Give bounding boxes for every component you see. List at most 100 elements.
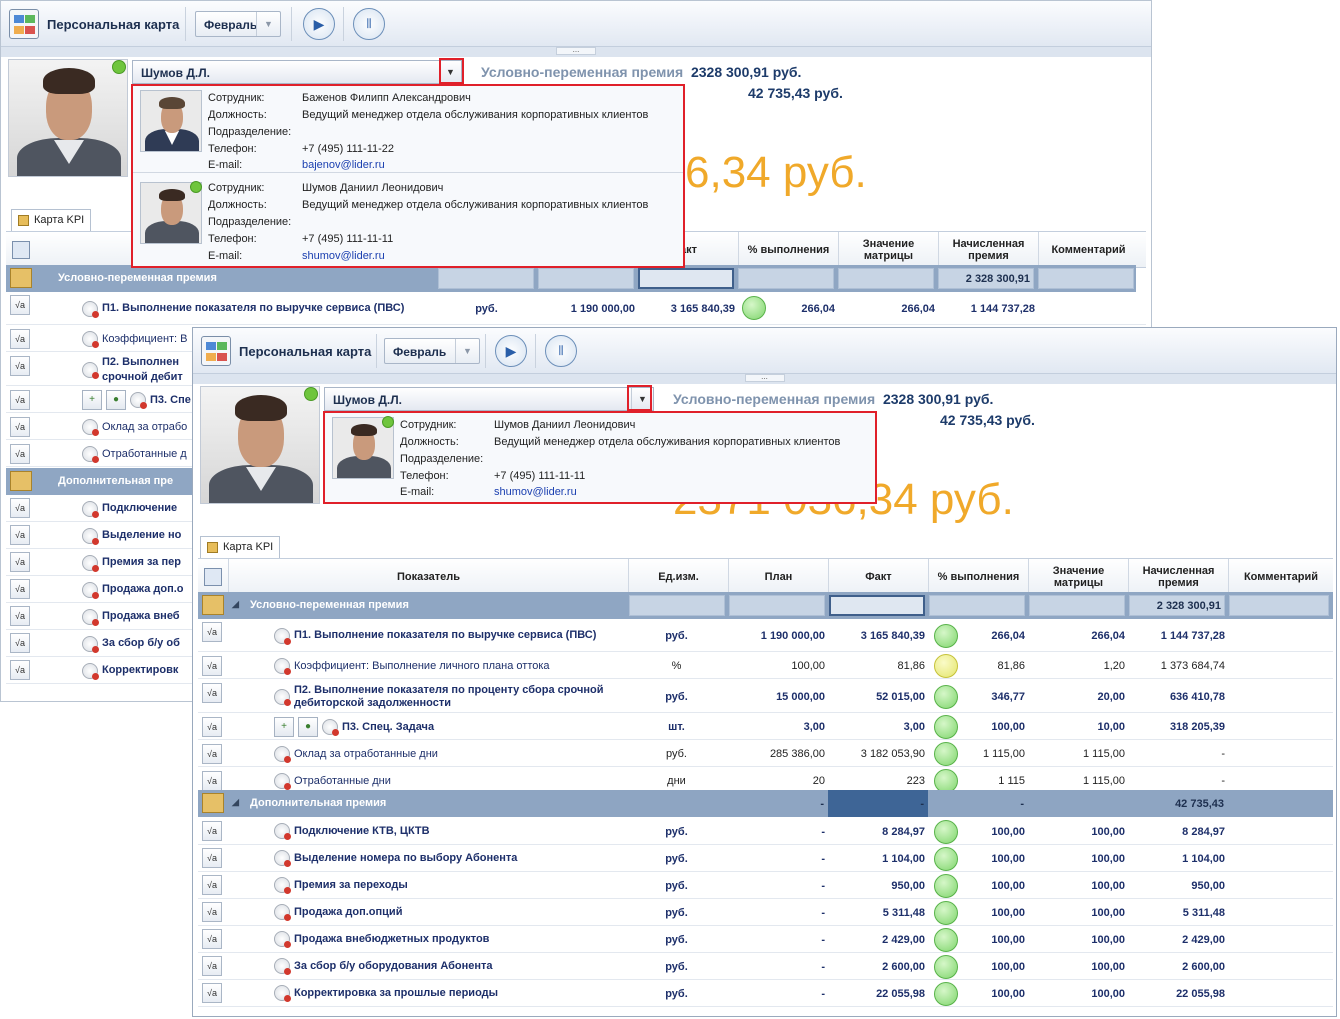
col-unit[interactable]: Ед.изм.: [628, 559, 728, 595]
group-fact: -: [920, 797, 924, 810]
group-name: Условно-переменная премия: [250, 599, 409, 611]
indicator-icon: [82, 300, 99, 318]
formula-icon[interactable]: √a: [202, 929, 222, 949]
group-name: Дополнительная премия: [250, 797, 387, 809]
table-row[interactable]: √a + ● П3. Спец. Задача шт. 3,00 3,00 100,00 10,…: [198, 714, 1333, 740]
col-bonus[interactable]: Начисленная премия: [1128, 559, 1228, 595]
label-department: Подразделение:: [208, 216, 292, 228]
col-comment[interactable]: Комментарий: [1038, 232, 1138, 268]
collapse-arrow-icon[interactable]: ◢: [232, 797, 239, 808]
employee-option[interactable]: Сотрудник: Баженов Филипп Александрович …: [133, 86, 683, 173]
cell-name: Выделение номера по выбору Абонента: [294, 852, 518, 864]
email-link[interactable]: shumov@lider.ru: [494, 486, 577, 498]
label-email: E-mail:: [400, 486, 435, 498]
edit-task-icon[interactable]: ●: [106, 390, 126, 410]
col-fact[interactable]: Факт: [828, 559, 928, 595]
group-row[interactable]: Условно-переменная премия 2 328 300,91: [6, 265, 1136, 292]
email-link[interactable]: bajenov@lider.ru: [302, 159, 385, 171]
table-row[interactable]: √a Выделение номера по выбору Абонента руб…: [198, 845, 1333, 872]
value-employee: Баженов Филипп Александрович: [302, 92, 471, 104]
formula-icon[interactable]: √a: [10, 444, 30, 464]
chevron-down-icon[interactable]: ▼: [256, 12, 280, 36]
formula-icon[interactable]: √a: [202, 902, 222, 922]
formula-icon[interactable]: √a: [10, 417, 30, 437]
collapse-arrow-icon[interactable]: ◢: [232, 599, 239, 610]
formula-icon[interactable]: √a: [10, 498, 30, 518]
splitter[interactable]: ...: [1, 46, 1151, 57]
formula-icon[interactable]: √a: [10, 633, 30, 653]
formula-icon[interactable]: √a: [202, 821, 222, 841]
label-department: Подразделение:: [208, 126, 292, 138]
formula-icon[interactable]: √a: [10, 356, 30, 376]
formula-icon[interactable]: √a: [10, 390, 30, 410]
formula-icon[interactable]: √a: [10, 606, 30, 626]
settings-button[interactable]: ⫼: [545, 335, 577, 367]
formula-icon[interactable]: √a: [202, 956, 222, 976]
employee-option[interactable]: Сотрудник: Шумов Даниил Леонидович Должн…: [133, 178, 683, 265]
cell-unit: руб.: [665, 690, 688, 703]
group-plan: -: [820, 797, 824, 810]
table-row[interactable]: √a За сбор б/у оборудования Абонента руб. -…: [198, 953, 1333, 980]
col-comment[interactable]: Комментарий: [1228, 559, 1333, 595]
col-pct[interactable]: % выполнения: [738, 232, 838, 268]
value-phone: +7 (495) 111-11-22: [302, 143, 395, 155]
play-button[interactable]: ▶: [495, 335, 527, 367]
add-task-icon[interactable]: +: [274, 717, 294, 737]
formula-icon[interactable]: √a: [10, 579, 30, 599]
col-indicator[interactable]: Показатель: [228, 559, 628, 595]
tab-kpi-card[interactable]: Карта KPI: [11, 209, 92, 231]
formula-icon[interactable]: √a: [202, 771, 222, 791]
table-row[interactable]: √a П1. Выполнение показателя по выручке с…: [6, 292, 1146, 325]
edit-task-icon[interactable]: ●: [298, 717, 318, 737]
formula-icon[interactable]: √a: [202, 875, 222, 895]
table-row[interactable]: √a Коэффициент: Выполнение личного плана …: [198, 653, 1333, 679]
formula-icon[interactable]: √a: [202, 983, 222, 1003]
table-row[interactable]: √a П2. Выполнение показателя по проценту …: [198, 680, 1333, 713]
tab-kpi-card[interactable]: Карта KPI: [200, 536, 281, 558]
grid-settings-icon[interactable]: [198, 559, 228, 595]
col-pct[interactable]: % выполнения: [928, 559, 1028, 595]
formula-icon[interactable]: √a: [202, 848, 222, 868]
col-matrix[interactable]: Значение матрицы: [838, 232, 938, 268]
col-matrix[interactable]: Значение матрицы: [1028, 559, 1128, 595]
email-link[interactable]: shumov@lider.ru: [302, 250, 385, 262]
settings-button[interactable]: ⫼: [353, 8, 385, 40]
table-row[interactable]: √a Оклад за отработанные дни руб. 285 386,0…: [198, 741, 1333, 767]
cell-unit: руб.: [665, 960, 688, 973]
formula-icon[interactable]: √a: [10, 329, 30, 349]
table-row[interactable]: √a Продажа доп.опций руб. -5 311,48 100,00 10…: [198, 899, 1333, 926]
play-button[interactable]: ▶: [303, 8, 335, 40]
formula-icon[interactable]: √a: [10, 295, 30, 315]
employee-option[interactable]: Сотрудник: Шумов Даниил Леонидович Должн…: [325, 413, 875, 500]
formula-icon[interactable]: √a: [202, 683, 222, 703]
bonus-summary: Условно-переменная премия 2328 300,91 ру…: [673, 391, 993, 407]
group-row[interactable]: ◢ Условно-переменная премия 2 328 300,91: [198, 592, 1333, 619]
table-row[interactable]: √a П1. Выполнение показателя по выручке с…: [198, 619, 1333, 652]
table-row[interactable]: √a Премия за переходы руб. -950,00 100,00 100…: [198, 872, 1333, 899]
col-plan[interactable]: План: [728, 559, 828, 595]
chevron-down-icon[interactable]: ▼: [455, 339, 479, 363]
employee-select[interactable]: Шумов Д.Л. ▼: [132, 60, 462, 84]
grid-settings-icon[interactable]: [6, 232, 36, 268]
cell-name: Подключение КТВ, ЦКТВ: [294, 825, 430, 837]
formula-icon[interactable]: √a: [202, 717, 222, 737]
group-row[interactable]: ◢ Дополнительная премия - - - 42 735,43: [198, 790, 1333, 817]
formula-icon[interactable]: √a: [10, 660, 30, 680]
cell-plan: 100,00: [791, 660, 825, 672]
splitter[interactable]: ...: [193, 373, 1336, 384]
col-bonus[interactable]: Начисленная премия: [938, 232, 1038, 268]
formula-icon[interactable]: √a: [10, 525, 30, 545]
month-select[interactable]: Февраль ▼: [195, 11, 281, 37]
table-row[interactable]: √a Корректировка за прошлые периоды руб. - 2…: [198, 980, 1333, 1007]
formula-icon[interactable]: √a: [202, 622, 222, 642]
formula-icon[interactable]: √a: [10, 552, 30, 572]
cell-name: Коэффициент: В: [102, 332, 188, 345]
formula-icon[interactable]: √a: [202, 744, 222, 764]
add-task-icon[interactable]: +: [82, 390, 102, 410]
table-row[interactable]: √a Подключение КТВ, ЦКТВ руб. - 8 284,97 100,…: [198, 818, 1333, 845]
group-name: Дополнительная пре: [58, 475, 174, 487]
table-row[interactable]: √a Продажа внебюджетных продуктов руб. - 2 4…: [198, 926, 1333, 953]
formula-icon[interactable]: √a: [202, 656, 222, 676]
employee-select[interactable]: Шумов Д.Л. ▼: [324, 387, 654, 411]
month-select[interactable]: Февраль ▼: [384, 338, 480, 364]
